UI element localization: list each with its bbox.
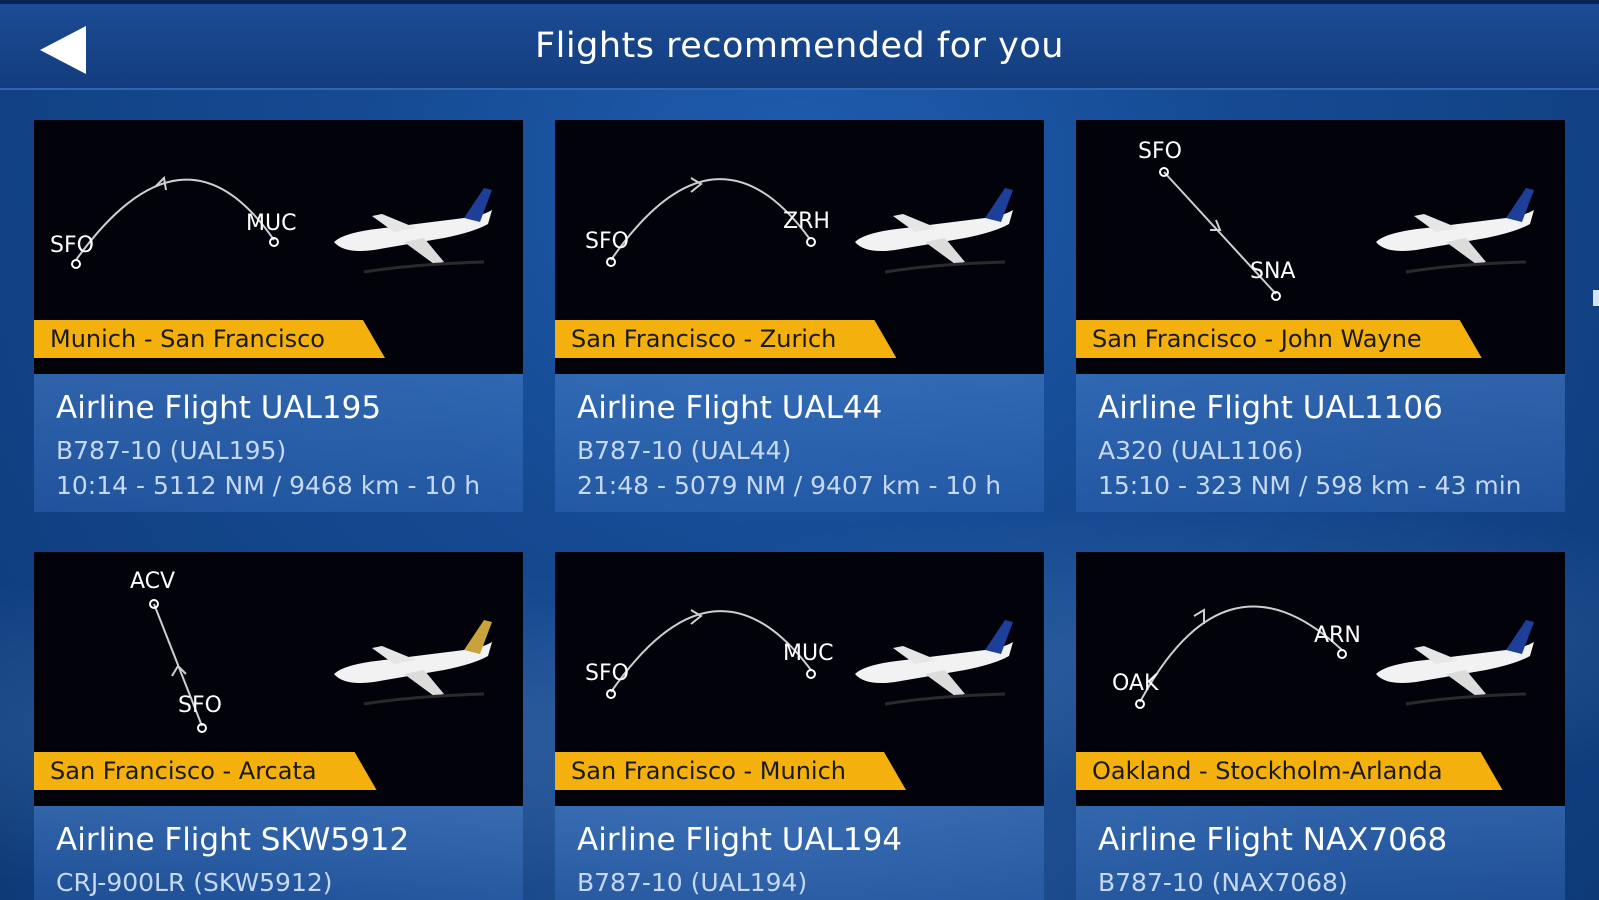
airliner-icon xyxy=(334,620,492,706)
destination-code: MUC xyxy=(246,211,296,236)
origin-code: OAK xyxy=(1112,671,1159,696)
origin-code: ACV xyxy=(130,569,175,594)
flight-card[interactable]: SFO ZRH San Francisco - Zurich Airline F… xyxy=(555,120,1044,512)
route-tag: San Francisco - John Wayne xyxy=(1076,320,1482,358)
route-tag: San Francisco - Munich xyxy=(555,752,906,790)
route-map: OAK ARN xyxy=(1112,605,1361,709)
destination-code: SFO xyxy=(178,693,222,718)
origin-code: SFO xyxy=(585,661,629,686)
route-map: ACV SFO xyxy=(130,569,222,733)
route-preview: SFO MUC Munich - San Francisco xyxy=(34,120,523,374)
destination-code: SNA xyxy=(1250,259,1295,284)
origin-code: SFO xyxy=(1138,139,1182,164)
flight-name: Airline Flight SKW5912 xyxy=(56,822,410,858)
route-tag: San Francisco - Arcata xyxy=(34,752,377,790)
flight-card[interactable]: SFO MUC San Francisco - Munich Airline F… xyxy=(555,552,1044,900)
flight-details: 15:10 - 323 NM / 598 km - 43 min xyxy=(1098,471,1522,500)
flight-aircraft: B787-10 (UAL195) xyxy=(56,436,287,465)
route-map: SFO ZRH xyxy=(585,177,830,267)
flight-name: Airline Flight UAL1106 xyxy=(1098,390,1443,426)
airliner-icon xyxy=(334,188,492,274)
flight-info: Airline Flight SKW5912 CRJ-900LR (SKW591… xyxy=(34,806,523,900)
route-map: SFO MUC xyxy=(50,175,296,269)
route-map: SFO MUC xyxy=(585,609,833,699)
destination-code: MUC xyxy=(783,641,833,666)
airliner-icon xyxy=(1376,620,1534,706)
flight-info: Airline Flight NAX7068 B787-10 (NAX7068) xyxy=(1076,806,1565,900)
flight-card[interactable]: SFO MUC Munich - San Francisco Airline F… xyxy=(34,120,523,512)
route-tag: Oakland - Stockholm-Arlanda xyxy=(1076,752,1503,790)
flight-aircraft: B787-10 (UAL44) xyxy=(577,436,792,465)
route-preview: OAK ARN Oakland - Stockholm-Arlanda xyxy=(1076,552,1565,806)
flight-aircraft: A320 (UAL1106) xyxy=(1098,436,1304,465)
origin-code: SFO xyxy=(50,233,94,258)
flight-info: Airline Flight UAL194 B787-10 (UAL194) xyxy=(555,806,1044,900)
scroll-indicator xyxy=(1593,290,1599,306)
flight-name: Airline Flight UAL195 xyxy=(56,390,382,426)
flight-card[interactable]: ACV SFO San Francisco - Arcata Airline F… xyxy=(34,552,523,900)
flight-name: Airline Flight UAL194 xyxy=(577,822,903,858)
flight-details: 21:48 - 5079 NM / 9407 km - 10 h xyxy=(577,471,1002,500)
airliner-icon xyxy=(855,188,1013,274)
flight-aircraft: B787-10 (UAL194) xyxy=(577,868,808,897)
origin-code: SFO xyxy=(585,229,629,254)
flight-card[interactable]: OAK ARN Oakland - Stockholm-Arlanda Airl… xyxy=(1076,552,1565,900)
flight-info: Airline Flight UAL195 B787-10 (UAL195) 1… xyxy=(34,374,523,512)
destination-code: ZRH xyxy=(783,209,830,234)
flight-details: 10:14 - 5112 NM / 9468 km - 10 h xyxy=(56,471,481,500)
flight-name: Airline Flight NAX7068 xyxy=(1098,822,1448,858)
flight-card[interactable]: SFO SNA San Francisco - John Wayne Airli… xyxy=(1076,120,1565,512)
page-title: Flights recommended for you xyxy=(535,26,1064,66)
route-preview: SFO ZRH San Francisco - Zurich xyxy=(555,120,1044,374)
route-preview: SFO MUC San Francisco - Munich xyxy=(555,552,1044,806)
route-preview: ACV SFO San Francisco - Arcata xyxy=(34,552,523,806)
flight-aircraft: CRJ-900LR (SKW5912) xyxy=(56,868,333,897)
flight-aircraft: B787-10 (NAX7068) xyxy=(1098,868,1348,897)
destination-code: ARN xyxy=(1314,623,1361,648)
flight-info: Airline Flight UAL1106 A320 (UAL1106) 15… xyxy=(1076,374,1565,512)
flight-name: Airline Flight UAL44 xyxy=(577,390,883,426)
route-tag: Munich - San Francisco xyxy=(34,320,385,358)
header-bar: Flights recommended for you xyxy=(0,0,1599,90)
flight-info: Airline Flight UAL44 B787-10 (UAL44) 21:… xyxy=(555,374,1044,512)
route-preview: SFO SNA San Francisco - John Wayne xyxy=(1076,120,1565,374)
route-tag: San Francisco - Zurich xyxy=(555,320,896,358)
airliner-icon xyxy=(1376,188,1534,274)
route-map: SFO SNA xyxy=(1138,139,1295,301)
airliner-icon xyxy=(855,620,1013,706)
